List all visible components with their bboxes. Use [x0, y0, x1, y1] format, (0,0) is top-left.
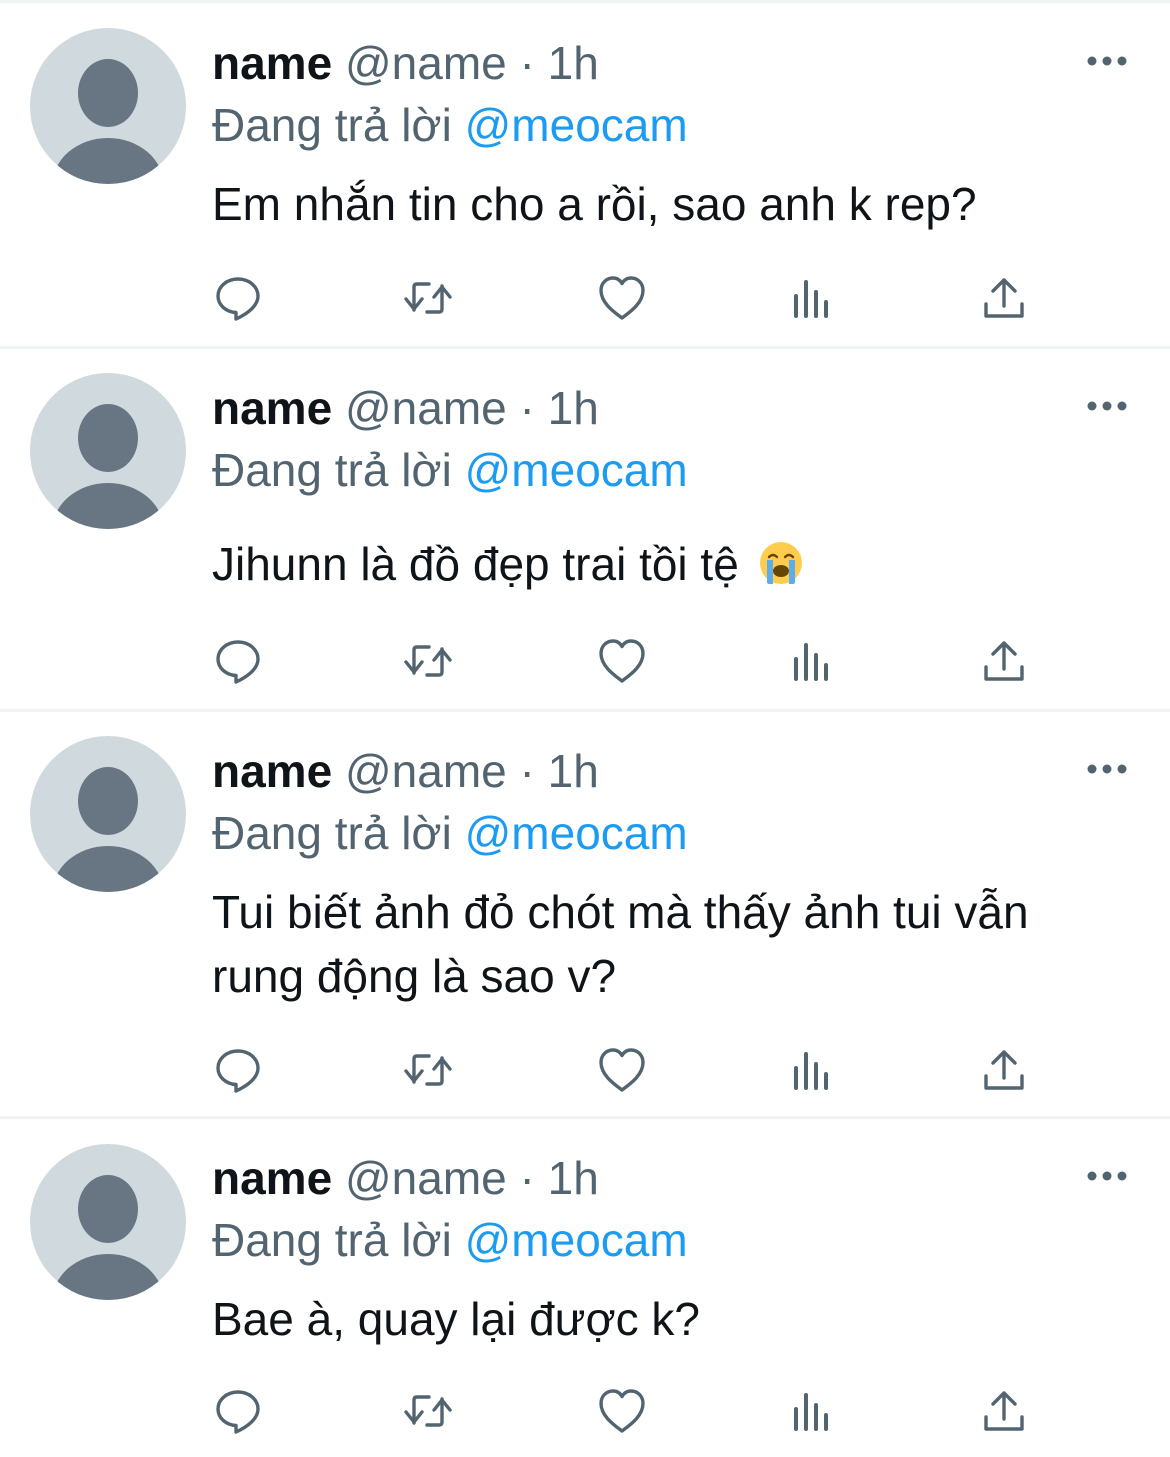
more-icon[interactable]	[1086, 399, 1128, 413]
username[interactable]: @name	[345, 745, 507, 797]
mention-link[interactable]: @meocam	[465, 444, 688, 496]
like-icon[interactable]	[596, 1044, 648, 1096]
retweet-icon[interactable]	[402, 272, 454, 324]
tweet[interactable]: name @name · 1h Đang trả lời @meocam Em …	[0, 0, 1170, 346]
tweet-text: Em nhắn tin cho a rồi, sao anh k rep?	[212, 178, 977, 230]
replying-to-label: Đang trả lời	[212, 1214, 452, 1266]
tweet-header: name @name · 1h	[212, 1155, 599, 1201]
views-icon[interactable]	[786, 635, 838, 687]
loudly-crying-face-icon	[759, 542, 802, 584]
views-icon[interactable]	[786, 272, 838, 324]
default-avatar-icon	[52, 767, 164, 892]
mention-link[interactable]: @meocam	[465, 99, 688, 151]
timestamp[interactable]: 1h	[548, 745, 599, 797]
views-icon[interactable]	[786, 1385, 838, 1437]
like-icon[interactable]	[596, 272, 648, 324]
avatar[interactable]	[30, 1144, 186, 1300]
display-name[interactable]: name	[212, 382, 332, 434]
timestamp[interactable]: 1h	[548, 1152, 599, 1204]
username[interactable]: @name	[345, 37, 507, 89]
like-icon[interactable]	[596, 1385, 648, 1437]
reply-icon[interactable]	[212, 1044, 264, 1096]
tweet-feed: name @name · 1h Đang trả lời @meocam Em …	[0, 0, 1170, 1457]
reply-icon[interactable]	[212, 1385, 264, 1437]
mention-link[interactable]: @meocam	[465, 807, 688, 859]
username[interactable]: @name	[345, 1152, 507, 1204]
share-icon[interactable]	[978, 272, 1030, 324]
share-icon[interactable]	[978, 1044, 1030, 1096]
separator: ·	[519, 745, 535, 797]
tweet-text: Bae à, quay lại được k?	[212, 1293, 701, 1345]
timestamp[interactable]: 1h	[548, 382, 599, 434]
separator: ·	[519, 1152, 535, 1204]
default-avatar-icon	[52, 404, 164, 529]
share-icon[interactable]	[978, 1385, 1030, 1437]
replying-to-label: Đang trả lời	[212, 807, 452, 859]
retweet-icon[interactable]	[402, 1044, 454, 1096]
separator: ·	[519, 37, 535, 89]
mention-link[interactable]: @meocam	[465, 1214, 688, 1266]
replying-to: Đang trả lời @meocam	[212, 810, 688, 856]
avatar[interactable]	[30, 373, 186, 529]
separator: ·	[519, 382, 535, 434]
reply-icon[interactable]	[212, 272, 264, 324]
display-name[interactable]: name	[212, 1152, 332, 1204]
tweet[interactable]: name @name · 1h Đang trả lời @meocam Bae…	[0, 1119, 1170, 1457]
timestamp[interactable]: 1h	[548, 37, 599, 89]
tweet[interactable]: name @name · 1h Đang trả lời @meocam Tui…	[0, 712, 1170, 1116]
replying-to-label: Đang trả lời	[212, 444, 452, 496]
tweet-text-content: Jihunn là đồ đẹp trai tồi tệ	[212, 538, 739, 590]
views-icon[interactable]	[786, 1044, 838, 1096]
avatar[interactable]	[30, 736, 186, 892]
reply-icon[interactable]	[212, 635, 264, 687]
replying-to: Đang trả lời @meocam	[212, 102, 688, 148]
default-avatar-icon	[52, 59, 164, 184]
tweet-text: Tui biết ảnh đỏ chót mà thấy ảnh tui vẫn…	[212, 886, 1029, 1002]
replying-to-label: Đang trả lời	[212, 99, 452, 151]
tweet-text: Jihunn là đồ đẹp trai tồi tệ	[212, 532, 1132, 596]
replying-to: Đang trả lời @meocam	[212, 1217, 688, 1263]
like-icon[interactable]	[596, 635, 648, 687]
retweet-icon[interactable]	[402, 1385, 454, 1437]
tweet[interactable]: name @name · 1h Đang trả lời @meocam Jih…	[0, 349, 1170, 709]
tweet-header: name @name · 1h	[212, 748, 599, 794]
tweet-header: name @name · 1h	[212, 385, 599, 431]
display-name[interactable]: name	[212, 37, 332, 89]
avatar[interactable]	[30, 28, 186, 184]
display-name[interactable]: name	[212, 745, 332, 797]
more-icon[interactable]	[1086, 1169, 1128, 1183]
retweet-icon[interactable]	[402, 635, 454, 687]
default-avatar-icon	[52, 1175, 164, 1300]
more-icon[interactable]	[1086, 762, 1128, 776]
replying-to: Đang trả lời @meocam	[212, 447, 688, 493]
more-icon[interactable]	[1086, 54, 1128, 68]
username[interactable]: @name	[345, 382, 507, 434]
share-icon[interactable]	[978, 635, 1030, 687]
tweet-header: name @name · 1h	[212, 40, 599, 86]
